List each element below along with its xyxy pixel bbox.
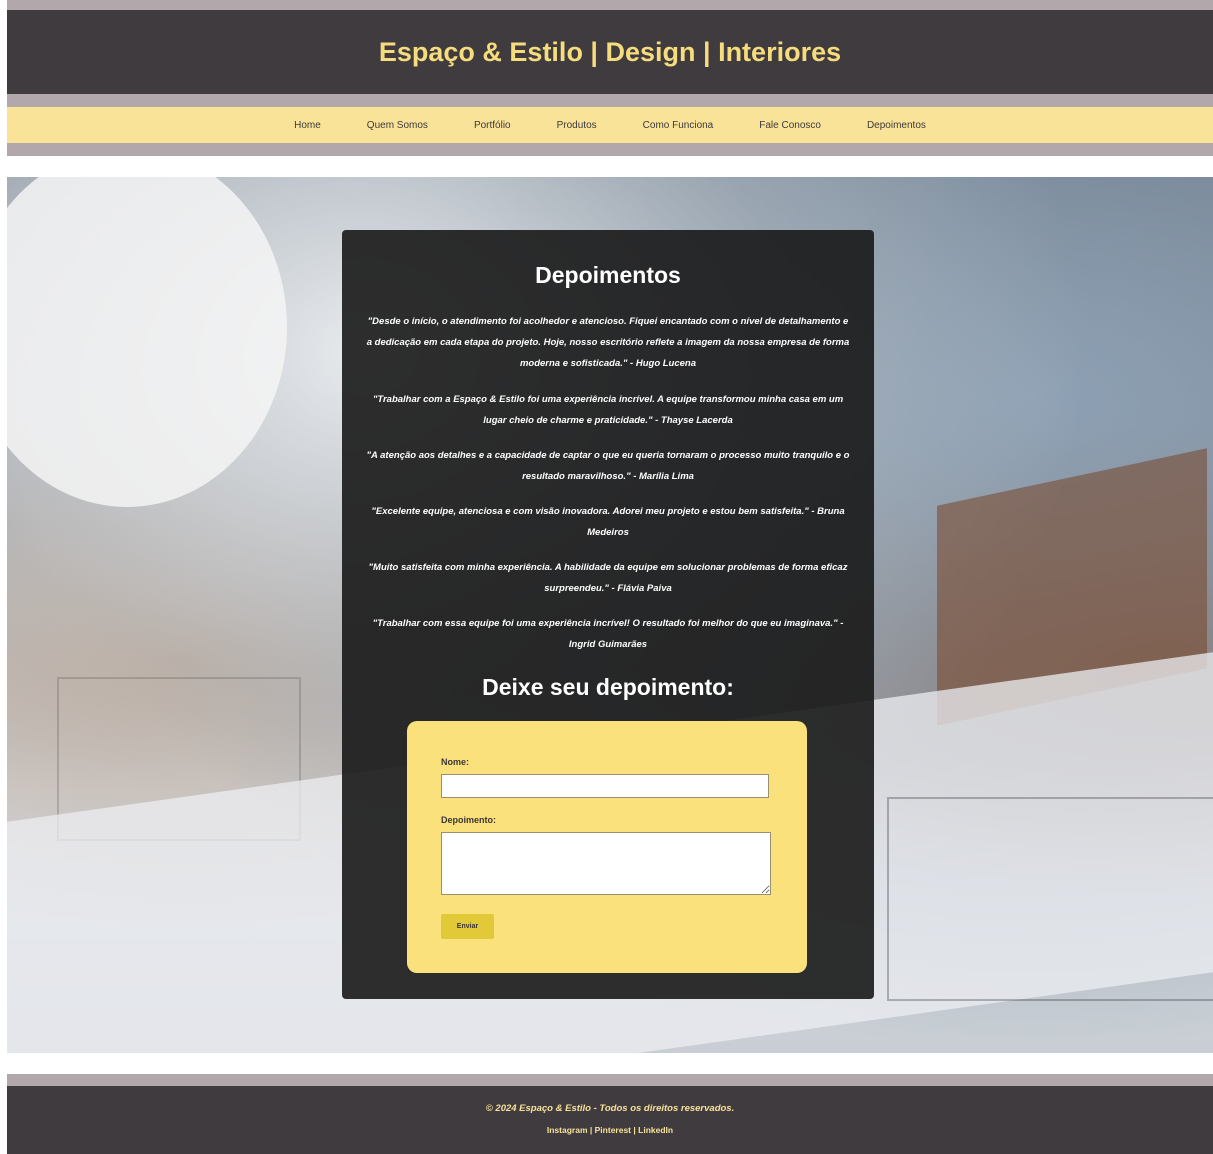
main-nav: Home Quem Somos Portfólio Produtos Como … (7, 107, 1213, 143)
site-footer: © 2024 Espaço & Estilo - Todos os direit… (7, 1086, 1213, 1154)
footer-divider (7, 1074, 1213, 1086)
footer-social-links: Instagram | Pinterest | LinkedIn (7, 1125, 1213, 1135)
hard-hat-shape (7, 177, 287, 507)
form-heading: Deixe seu depoimento: (482, 674, 734, 700)
testimonial-item: "Trabalhar com a Espaço & Estilo foi uma… (372, 394, 844, 426)
top-strip (7, 0, 1213, 10)
nav-divider (7, 143, 1213, 156)
page-margin (0, 0, 7, 1154)
nav-item-depoimentos[interactable]: Depoimentos (867, 120, 926, 131)
pinterest-link[interactable]: Pinterest (595, 1125, 631, 1135)
testimonial-item: "Desde o início, o atendimento foi acolh… (366, 316, 850, 369)
testimonial-textarea[interactable] (441, 832, 771, 895)
nav-item-quem-somos[interactable]: Quem Somos (367, 120, 428, 131)
testimonials-title: Depoimentos (535, 262, 681, 288)
footer-separator: | (633, 1125, 636, 1135)
nav-item-produtos[interactable]: Produtos (557, 120, 597, 131)
submit-button[interactable]: Enviar (441, 914, 494, 939)
site-header: Espaço & Estilo | Design | Interiores (7, 10, 1213, 94)
testimonials-panel: Depoimentos "Desde o início, o atendimen… (342, 230, 874, 999)
testimonial-item: "A atenção aos detalhes e a capacidade d… (366, 450, 850, 482)
site-title: Espaço & Estilo | Design | Interiores (378, 36, 842, 67)
testimonial-item: "Muito satisfeita com minha experiência.… (368, 562, 848, 594)
nav-item-portfolio[interactable]: Portfólio (474, 120, 511, 131)
nav-item-como-funciona[interactable]: Como Funciona (643, 120, 714, 131)
footer-separator: | (589, 1125, 593, 1135)
footer-copyright: © 2024 Espaço & Estilo - Todos os direit… (485, 1103, 735, 1114)
testimonial-item: "Trabalhar com essa equipe foi uma exper… (372, 618, 844, 650)
instagram-link[interactable]: Instagram (547, 1125, 588, 1135)
name-input[interactable] (441, 774, 769, 798)
name-label: Nome: (441, 757, 470, 767)
nav-item-home[interactable]: Home (294, 120, 321, 131)
floorplan-shape (887, 797, 1213, 1001)
testimonial-label: Depoimento: (441, 815, 496, 825)
testimonial-form: Nome: Depoimento: Enviar (407, 721, 807, 973)
testimonial-item: "Excelente equipe, atenciosa e com visão… (371, 506, 845, 538)
nav-item-fale-conosco[interactable]: Fale Conosco (759, 120, 821, 131)
linkedin-link[interactable]: LinkedIn (638, 1125, 673, 1135)
header-divider (7, 94, 1213, 107)
